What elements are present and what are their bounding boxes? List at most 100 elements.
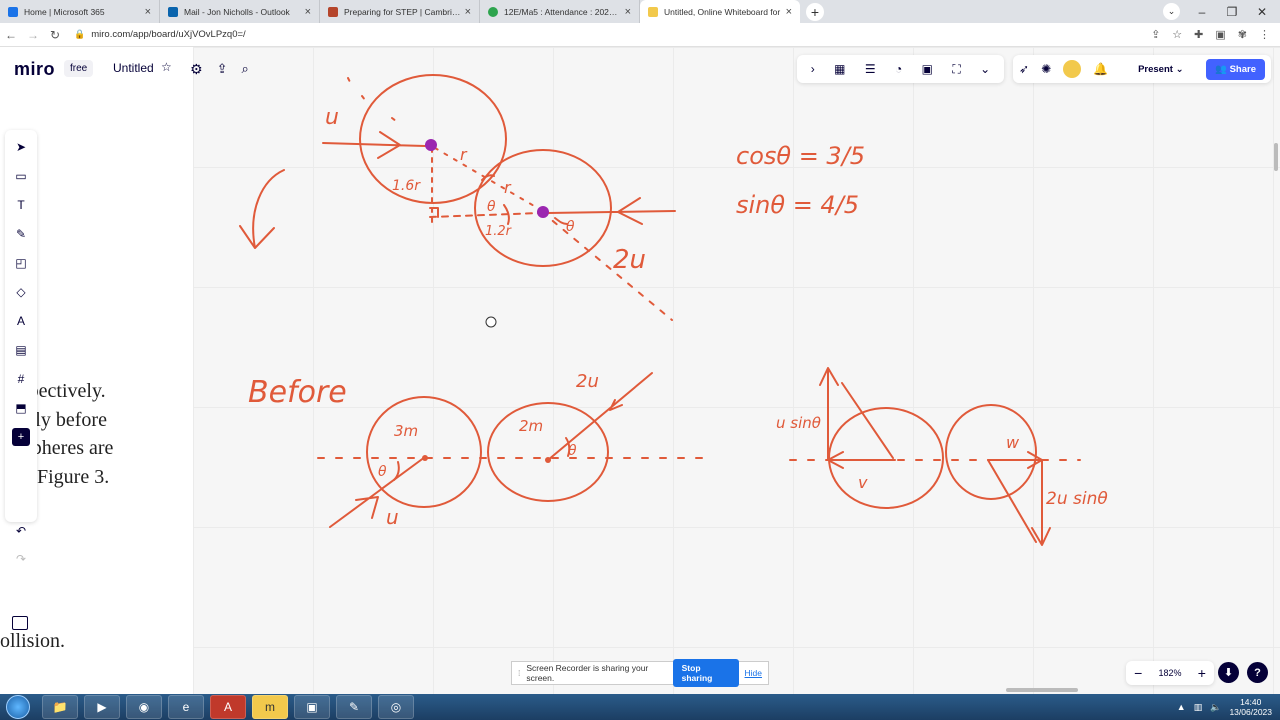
board-title[interactable]: Untitled — [113, 61, 154, 75]
upload-tool-icon[interactable]: ⬒ — [12, 399, 30, 417]
close-tab-icon[interactable]: × — [145, 6, 151, 18]
pages-panel-icon[interactable] — [12, 616, 28, 630]
redo-icon[interactable]: ↷ — [12, 550, 30, 568]
horizontal-scrollbar[interactable] — [1006, 688, 1078, 692]
frame-icon[interactable]: # — [12, 370, 30, 388]
zoom-out-icon[interactable]: − — [1134, 665, 1142, 681]
collaboration-bar: ➶ ✺ 🔔 Present ⌄ 👥 Share — [1013, 55, 1271, 83]
shapes-icon[interactable]: ◇ — [12, 283, 30, 301]
close-tab-icon[interactable]: × — [786, 6, 792, 18]
plan-badge[interactable]: free — [64, 60, 94, 77]
search-icon[interactable]: ⌕ — [241, 61, 248, 78]
frame-template-icon[interactable]: ▭ — [12, 167, 30, 185]
address-bar-icons: ⇪ ☆ ✚ ▣ ✾ ⋮ — [1151, 28, 1280, 41]
follow-pointer-icon[interactable]: ➶ — [1019, 62, 1029, 76]
chevron-down-icon[interactable]: ⌄ — [980, 62, 990, 76]
calendar-icon[interactable]: ▦ — [834, 62, 845, 76]
screen-recorder-banner: ⁞ Screen Recorder is sharing your screen… — [511, 659, 769, 687]
browser-tab-mail[interactable]: Mail - Jon Nicholls - Outlook × — [160, 0, 320, 23]
close-tab-icon[interactable]: × — [465, 6, 471, 18]
comment-icon[interactable]: ▤ — [12, 341, 30, 359]
start-button[interactable] — [6, 695, 30, 719]
windows-taskbar: 📁 ▶ ◉ e A m ▣ ✎ ◎ ▲ ▥ 🔈 14:40 13/06/2023 — [0, 694, 1280, 720]
creation-toolbar: ➤ ▭ T ✎ ◰ ◇ A ▤ # ⬒ + — [5, 130, 37, 522]
share-page-icon[interactable]: ⇪ — [1151, 28, 1160, 41]
new-tab-button[interactable]: + — [806, 3, 824, 21]
more-tools-icon[interactable]: + — [12, 428, 30, 446]
avatar[interactable] — [1063, 60, 1082, 78]
menu-icon[interactable]: ⋮ — [1259, 28, 1270, 41]
reactions-icon[interactable]: ✺ — [1041, 62, 1051, 76]
outlook-icon — [168, 6, 178, 17]
stop-sharing-button[interactable]: Stop sharing — [672, 659, 739, 687]
window-controls: ⌄ – ❐ ✕ — [1163, 0, 1280, 23]
browser-tab-miro[interactable]: Untitled, Online Whiteboard for × — [640, 0, 800, 23]
pen-icon[interactable]: ✎ — [12, 225, 30, 243]
close-tab-icon[interactable]: × — [625, 6, 631, 18]
hide-button[interactable]: Hide — [745, 668, 762, 678]
file-explorer-icon[interactable]: 📁 — [42, 695, 78, 719]
acrobat-icon[interactable]: A — [210, 695, 246, 719]
internet-explorer-icon[interactable]: e — [168, 695, 204, 719]
undo-icon[interactable]: ↶ — [12, 522, 30, 540]
screen-capture-icon[interactable]: ⛶ — [952, 62, 960, 77]
cambridge-icon — [328, 6, 338, 17]
network-icon[interactable]: ▥ — [1194, 702, 1203, 713]
close-window-icon[interactable]: ✕ — [1254, 4, 1270, 20]
close-tab-icon[interactable]: × — [305, 6, 311, 18]
browser-tab-home[interactable]: Home | Microsoft 365 × — [0, 0, 160, 23]
profile-icon[interactable]: ✾ — [1238, 28, 1247, 41]
minimize-icon[interactable]: – — [1194, 4, 1210, 20]
bookmark-star-icon[interactable]: ☆ — [1172, 28, 1182, 41]
browser-tab-step[interactable]: Preparing for STEP | Cambridge × — [320, 0, 480, 23]
undo-redo: ↶ ↷ — [5, 516, 37, 571]
browser-tab-attendance[interactable]: 12E/Ma5 : Attendance : 2023 : W × — [480, 0, 640, 23]
present-button[interactable]: Present ⌄ — [1138, 64, 1183, 75]
back-icon[interactable]: ← — [0, 28, 22, 42]
chevron-right-icon[interactable]: › — [811, 62, 815, 76]
text-icon[interactable]: T — [12, 196, 30, 214]
url-field[interactable]: 🔒 miro.com/app/board/uXjVOvLPzq0=/ — [66, 29, 1151, 40]
sidebar-icon[interactable]: ▣ — [1215, 28, 1225, 41]
clock[interactable]: 14:40 13/06/2023 — [1229, 697, 1272, 717]
connection-line-icon[interactable]: A — [12, 312, 30, 330]
attendance-icon — [488, 6, 498, 17]
fit-to-screen-icon[interactable]: ⬇ — [1218, 662, 1239, 683]
extensions-icon[interactable]: ✚ — [1194, 28, 1203, 41]
recorder-app-icon[interactable]: ◎ — [378, 695, 414, 719]
tray-expand-icon[interactable]: ▲ — [1177, 702, 1186, 712]
sticky-note-icon[interactable]: ◰ — [12, 254, 30, 272]
maximize-icon[interactable]: ❐ — [1224, 4, 1240, 20]
settings-icon[interactable]: ⚙ — [190, 61, 203, 78]
notifications-bell-icon[interactable]: 🔔 — [1093, 62, 1108, 76]
help-button[interactable]: ? — [1247, 662, 1268, 683]
timer-icon[interactable]: ◔ — [895, 62, 902, 76]
browser-tab-strip: Home | Microsoft 365 × Mail - Jon Nichol… — [0, 0, 1280, 23]
whiteboard-canvas[interactable] — [193, 47, 1280, 694]
miro-favicon-icon — [648, 6, 658, 17]
chrome-icon[interactable]: ◉ — [126, 695, 162, 719]
screenshot-tool-icon[interactable]: ▣ — [294, 695, 330, 719]
vertical-scrollbar[interactable] — [1274, 143, 1278, 171]
volume-icon[interactable]: 🔈 — [1210, 702, 1221, 713]
notes-icon[interactable]: ☰ — [865, 62, 876, 76]
drag-handle-icon[interactable]: ⁞ — [518, 668, 520, 678]
document-collision-text: ollision. — [0, 630, 66, 652]
select-icon[interactable]: ➤ — [12, 138, 30, 156]
zoom-in-icon[interactable]: + — [1198, 665, 1206, 681]
board-tools-bar: › ▦ ☰ ◔ ▣ ⛶ ⌄ — [797, 55, 1004, 83]
share-button[interactable]: 👥 Share — [1206, 58, 1265, 80]
reload-icon[interactable]: ↻ — [44, 28, 66, 42]
miro-logo[interactable]: miro — [14, 59, 55, 80]
card-icon[interactable]: ▣ — [922, 62, 933, 76]
tab-search-icon[interactable]: ⌄ — [1163, 3, 1180, 20]
upload-icon[interactable]: ⇪ — [217, 61, 228, 78]
media-player-icon[interactable]: ▶ — [84, 695, 120, 719]
zoom-level[interactable]: 182% — [1158, 668, 1181, 678]
forward-icon[interactable]: → — [22, 28, 44, 42]
miro-app-icon[interactable]: m — [252, 695, 288, 719]
notepad-icon[interactable]: ✎ — [336, 695, 372, 719]
board-header-icons: ⚙ ⇪ ⌕ — [190, 61, 249, 78]
address-bar: ← → ↻ 🔒 miro.com/app/board/uXjVOvLPzq0=/… — [0, 23, 1280, 47]
star-icon[interactable]: ☆ — [161, 60, 172, 74]
